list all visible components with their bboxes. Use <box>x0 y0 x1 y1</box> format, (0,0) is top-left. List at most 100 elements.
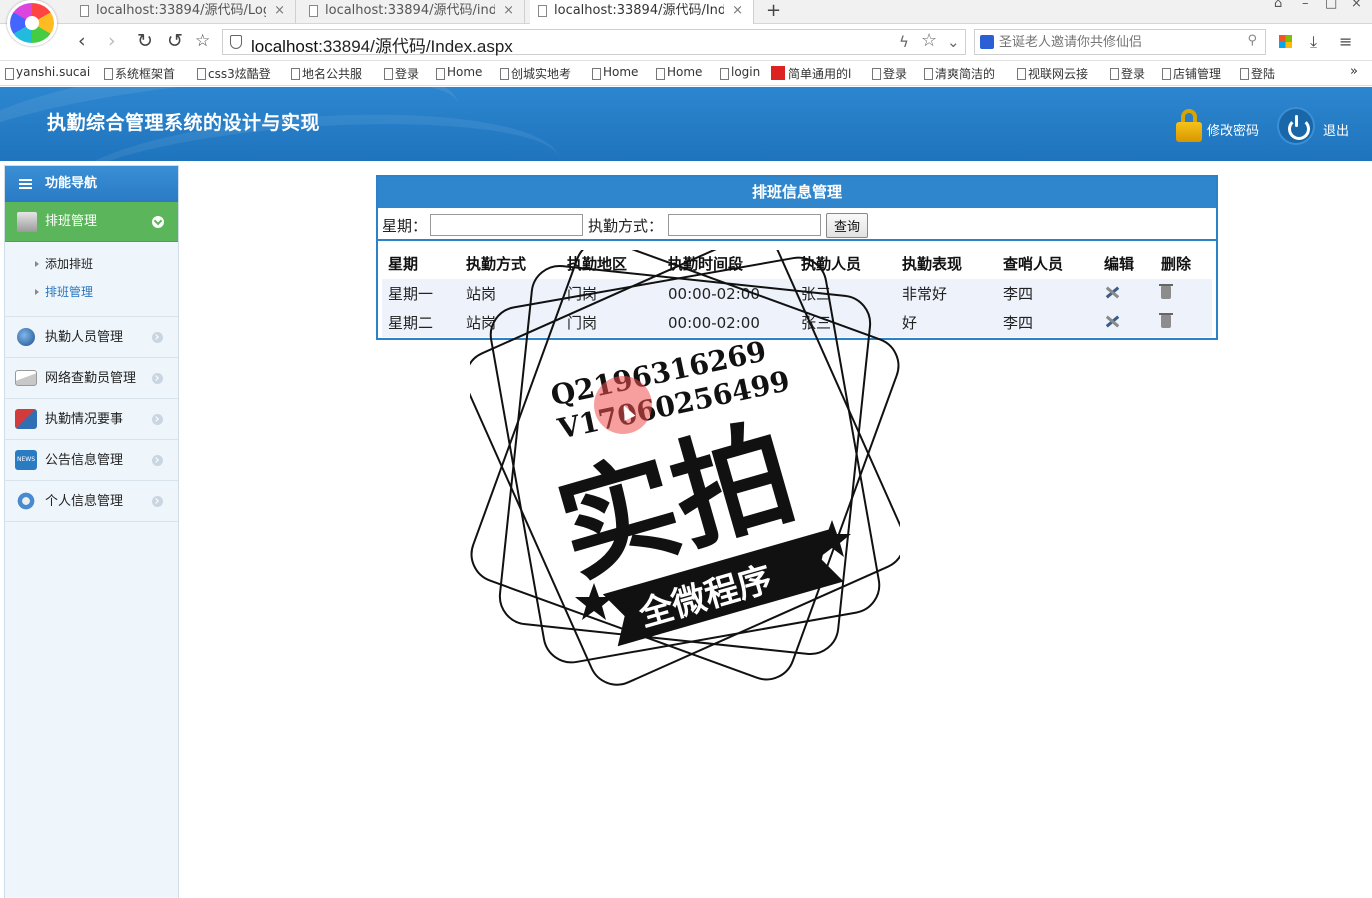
column-header: 编辑 <box>1104 254 1135 273</box>
edit-tools-icon[interactable] <box>1104 314 1120 328</box>
submenu-add-schedule[interactable]: 添加排班 <box>5 250 178 278</box>
bookmark-item[interactable]: 登录 <box>872 65 907 82</box>
back-icon[interactable]: ‹ <box>78 30 86 52</box>
bookmark-item[interactable]: 简单通用的l <box>771 65 851 82</box>
sidebar-item-profile[interactable]: 个人信息管理 <box>5 481 178 522</box>
method-input[interactable] <box>668 214 821 236</box>
bookmark-item[interactable]: 清爽简洁的 <box>924 65 995 82</box>
sidebar-heading: 功能导航 <box>5 166 178 202</box>
sidebar-item-label: 网络查勤员管理 <box>45 371 137 386</box>
bookmark-item[interactable]: 地名公共服 <box>291 65 362 82</box>
table-cell: 星期二 <box>382 308 460 337</box>
maximize-icon[interactable]: □ <box>1325 0 1337 11</box>
table-cell: 站岗 <box>460 279 561 308</box>
schedule-panel: 排班信息管理 星期： 执勤方式： 查询 星期 执勤方式 执勤地区 执勤时间段 执… <box>376 175 1218 340</box>
browser-tab-index-active[interactable]: localhost:33894/源代码/Index × <box>530 0 754 25</box>
query-button[interactable]: 查询 <box>826 213 868 238</box>
table-cell: 星期一 <box>382 279 460 308</box>
browser-tab-index[interactable]: localhost:33894/源代码/index × <box>301 0 525 24</box>
sidebar-item-network-inspectors[interactable]: 网络查勤员管理 <box>5 358 178 399</box>
browser-toolbar: ‹ › ↻ ↺ ☆ localhost:33894/源代码/Index.aspx… <box>0 24 1372 61</box>
page-icon <box>309 5 318 17</box>
bookmark-item[interactable]: yanshi.sucai <box>5 65 90 80</box>
table-cell: 门岗 <box>561 308 662 337</box>
server-icon <box>17 212 37 232</box>
bookmark-item[interactable]: css3炫酷登 <box>197 65 271 82</box>
bookmark-item[interactable]: 创城实地考 <box>500 65 571 82</box>
search-box[interactable]: ⚲ <box>974 29 1266 55</box>
dropdown-chevron-icon[interactable]: ⌄ <box>947 33 960 51</box>
schedule-submenu: 添加排班 排班管理 <box>5 242 178 317</box>
favorite-star-icon[interactable]: ☆ <box>195 30 210 52</box>
bookmark-item[interactable]: Home <box>436 65 482 80</box>
tab-title: localhost:33894/源代码/Index <box>554 3 724 18</box>
edit-tools-icon[interactable] <box>1104 285 1120 299</box>
bookmark-star-icon[interactable]: ☆ <box>921 30 937 51</box>
submenu-manage-schedule[interactable]: 排班管理 <box>5 278 178 306</box>
close-window-icon[interactable]: × <box>1351 0 1362 11</box>
undo-icon[interactable]: ↺ <box>167 30 183 52</box>
bookmark-item[interactable]: 视联网云接 <box>1017 65 1088 82</box>
url-text[interactable]: localhost:33894/源代码/Index.aspx <box>251 32 513 57</box>
security-shield-icon <box>230 35 242 49</box>
bookmark-item[interactable]: 系统框架首 <box>104 65 175 82</box>
change-password-link[interactable]: 修改密码 <box>1207 120 1259 139</box>
table-header-row: 星期 执勤方式 执勤地区 执勤时间段 执勤人员 执勤表现 查哨人员 编辑 删除 <box>382 247 1212 279</box>
schedule-table: 星期 执勤方式 执勤地区 执勤时间段 执勤人员 执勤表现 查哨人员 编辑 删除 … <box>382 247 1212 337</box>
weekday-input[interactable] <box>430 214 583 236</box>
sidebar-item-duty-events[interactable]: 执勤情况要事 <box>5 399 178 440</box>
power-icon[interactable] <box>1277 107 1315 145</box>
menu-icon[interactable]: ≡ <box>1339 32 1352 51</box>
bookmarks-bar: yanshi.sucai 系统框架首 css3炫酷登 地名公共服 登录 Home… <box>0 61 1372 86</box>
trash-icon[interactable] <box>1159 283 1173 299</box>
sidebar-item-schedule[interactable]: 排班管理 <box>5 202 178 242</box>
tab-close-icon[interactable]: × <box>274 0 285 22</box>
lock-icon[interactable] <box>1176 109 1202 142</box>
forward-icon[interactable]: › <box>108 30 116 52</box>
bookmarks-overflow-icon[interactable]: » <box>1350 64 1358 79</box>
trash-icon[interactable] <box>1159 312 1173 328</box>
page-icon <box>80 5 89 17</box>
sidebar-heading-label: 功能导航 <box>45 176 98 191</box>
bookmark-item[interactable]: 登录 <box>1110 65 1145 82</box>
star-icon <box>813 520 851 557</box>
download-icon[interactable]: ⤓ <box>1310 32 1317 52</box>
sidebar-item-duty-staff[interactable]: 执勤人员管理 <box>5 317 178 358</box>
table-row: 星期一 站岗 门岗 00:00-02:00 张三 非常好 李四 <box>382 279 1212 308</box>
column-header: 删除 <box>1161 254 1192 273</box>
reload-icon[interactable]: ↻ <box>137 30 153 52</box>
browser-tab-bar: localhost:33894/源代码/Login × localhost:33… <box>0 0 1372 46</box>
tab-close-icon[interactable]: × <box>503 0 514 22</box>
sidebar-item-label: 执勤人员管理 <box>45 330 124 345</box>
table-cell: 李四 <box>997 279 1098 308</box>
new-tab-button[interactable]: + <box>766 0 781 22</box>
filter-bar: 星期： 执勤方式： 查询 <box>378 208 1216 241</box>
tab-close-icon[interactable]: × <box>732 0 743 22</box>
sidebar-item-announcements[interactable]: NEWS 公告信息管理 <box>5 440 178 481</box>
chevron-right-icon <box>152 414 163 425</box>
apps-grid-icon[interactable] <box>1279 35 1292 48</box>
bookmark-item[interactable]: login <box>720 65 760 80</box>
bookmark-item[interactable]: Home <box>656 65 702 80</box>
minimize-icon[interactable]: – <box>1302 0 1309 11</box>
address-bar[interactable]: localhost:33894/源代码/Index.aspx ϟ ☆ ⌄ <box>222 29 966 57</box>
watermark-line1: Q2196316269 <box>548 334 769 412</box>
panel-title: 排班信息管理 <box>378 177 1216 208</box>
bookmark-item[interactable]: 店铺管理 <box>1162 65 1221 82</box>
bookmark-item[interactable]: 登陆 <box>1240 65 1275 82</box>
search-input[interactable] <box>999 32 1239 52</box>
browser-tab-login[interactable]: localhost:33894/源代码/Login × <box>72 0 296 24</box>
column-header: 星期 <box>388 254 419 273</box>
table-cell: 非常好 <box>896 279 997 308</box>
chevron-right-icon <box>152 373 163 384</box>
column-header: 执勤表现 <box>902 254 963 273</box>
pin-icon[interactable]: ⌂ <box>1274 0 1282 11</box>
browser-logo-icon[interactable] <box>7 0 57 46</box>
logout-link[interactable]: 退出 <box>1323 120 1349 139</box>
bookmark-item[interactable]: 登录 <box>384 65 419 82</box>
table-cell: 站岗 <box>460 308 561 337</box>
tab-title: localhost:33894/源代码/Login <box>96 3 266 18</box>
lightning-icon[interactable]: ϟ <box>899 33 909 51</box>
bookmark-item[interactable]: Home <box>592 65 638 80</box>
search-icon[interactable]: ⚲ <box>1247 33 1257 48</box>
